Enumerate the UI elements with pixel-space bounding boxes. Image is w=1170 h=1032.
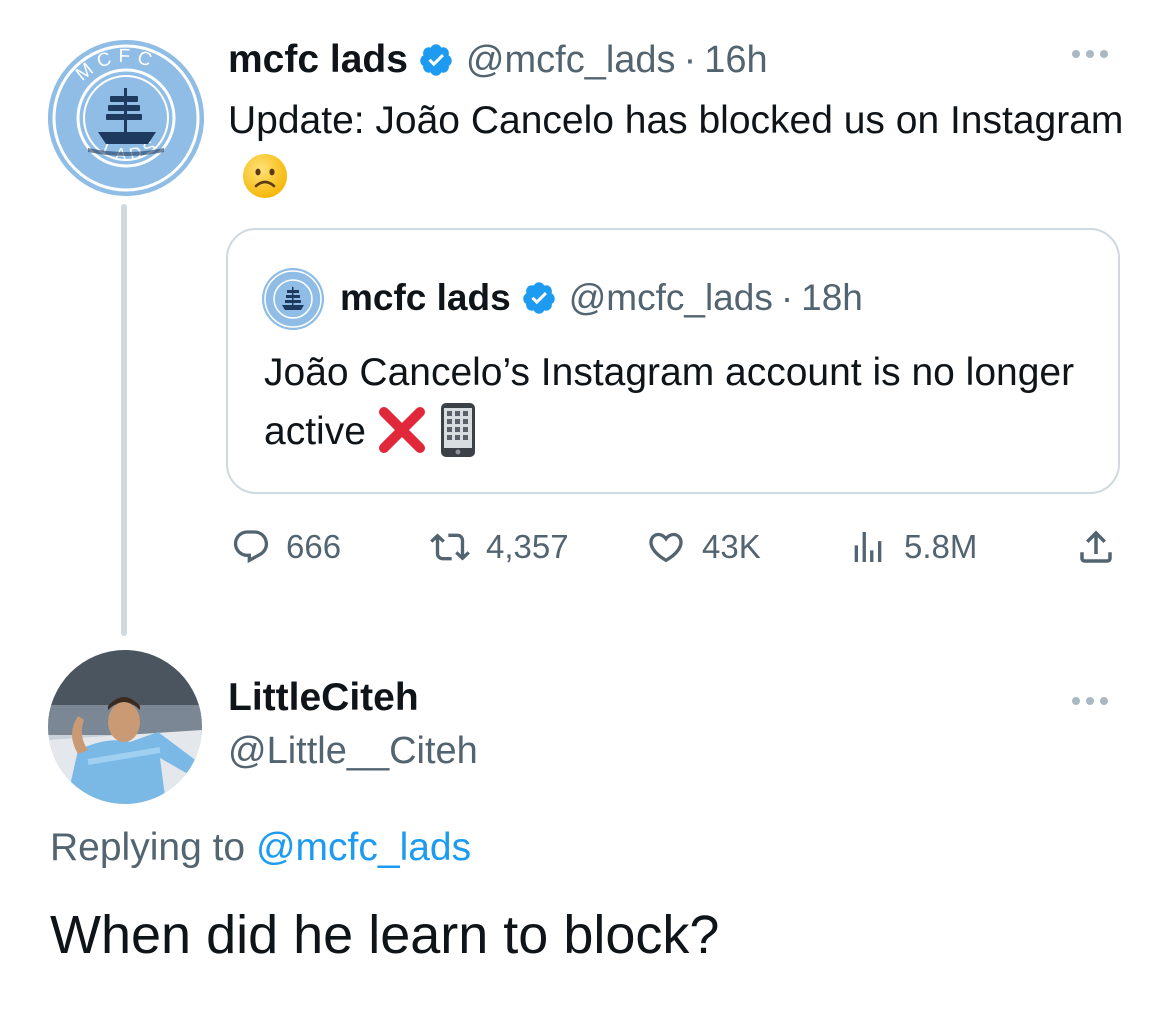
timestamp[interactable]: 16h — [704, 39, 767, 82]
reply-avatar[interactable] — [48, 650, 202, 804]
display-name[interactable]: mcfc lads — [228, 38, 408, 82]
quoted-header: mcfc lads @mcfc_lads · 18h — [340, 273, 863, 323]
reply-button[interactable]: 666 — [230, 522, 341, 572]
handle[interactable]: @mcfc_lads — [466, 39, 676, 82]
cross-mark-icon — [378, 407, 425, 453]
sad-face-icon — [243, 154, 287, 198]
replying-prefix: Replying to — [50, 826, 246, 869]
retweet-count: 4,357 — [486, 528, 569, 565]
separator: · — [683, 38, 697, 81]
tweet-text-content: Update: João Cancelo has blocked us on I… — [228, 99, 1124, 142]
replying-to-link[interactable]: @mcfc_lads — [256, 826, 471, 869]
tweet-text: Update: João Cancelo has blocked us on I… — [228, 92, 1128, 208]
quoted-handle: @mcfc_lads — [568, 277, 773, 318]
like-count: 43K — [702, 528, 761, 565]
more-options-icon[interactable] — [1072, 50, 1108, 58]
verified-badge-icon — [522, 282, 555, 314]
mobile-phone-icon — [440, 403, 475, 457]
quoted-display-name: mcfc lads — [340, 277, 511, 318]
share-icon — [1080, 530, 1112, 563]
quoted-avatar — [262, 268, 324, 330]
views-count: 5.8M — [904, 528, 978, 565]
thread-line — [121, 204, 127, 636]
avatar[interactable]: MCFC LADS — [48, 40, 204, 196]
views-button[interactable]: 5.8M — [846, 522, 977, 572]
reply-display-name[interactable]: LittleCiteh — [228, 676, 419, 720]
reply-icon — [233, 530, 269, 564]
heart-icon — [649, 532, 683, 563]
separator: · — [780, 277, 794, 318]
views-icon — [854, 532, 882, 562]
reply-text: When did he learn to block? — [50, 905, 720, 965]
quoted-text: João Cancelo’s Instagram account is no l… — [264, 344, 1094, 461]
like-button[interactable]: 43K — [644, 522, 761, 572]
more-options-icon[interactable] — [1072, 697, 1108, 705]
replying-to: Replying to @mcfc_lads — [50, 826, 471, 870]
quoted-timestamp: 18h — [801, 277, 863, 318]
share-button[interactable] — [1074, 522, 1132, 572]
reply-count: 666 — [286, 528, 342, 565]
reply-handle[interactable]: @Little__Citeh — [228, 730, 478, 773]
action-bar: 666 4,357 43K 5.8M — [230, 522, 1120, 572]
verified-badge-icon — [420, 44, 452, 76]
retweet-icon — [430, 533, 470, 561]
retweet-button[interactable]: 4,357 — [428, 522, 569, 572]
tweet-header: mcfc lads @mcfc_lads · 16h — [228, 36, 768, 84]
